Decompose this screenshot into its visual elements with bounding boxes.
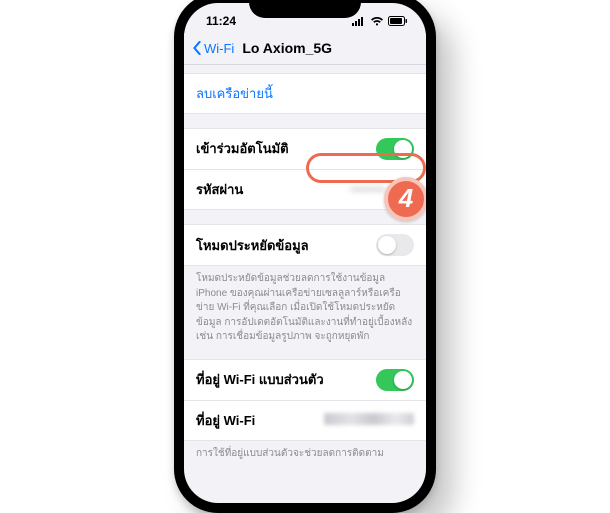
settings-scroll[interactable]: ลบเครือข่ายนี้ เข้าร่วมอัตโนมัติ รหัสผ่า… — [184, 65, 426, 503]
low-data-cell: โหมดประหยัดข้อมูล — [184, 224, 426, 266]
private-address-label: ที่อยู่ Wi-Fi แบบส่วนตัว — [196, 369, 324, 390]
password-visible-suffix: 1555 — [387, 183, 414, 197]
forget-network-label: ลบเครือข่ายนี้ — [196, 83, 273, 104]
screen: 11:24 Wi-Fi Lo Axiom_5G — [184, 3, 426, 503]
private-address-cell: ที่อยู่ Wi-Fi แบบส่วนตัว — [184, 359, 426, 401]
wifi-address-value — [324, 413, 414, 428]
password-cell[interactable]: รหัสผ่าน •••••••• 1555 — [184, 169, 426, 210]
low-data-footer: โหมดประหยัดข้อมูลช่วยลดการใช้งานข้อมูล i… — [184, 266, 426, 345]
back-label: Wi-Fi — [204, 41, 234, 56]
password-value: •••••••• 1555 — [350, 183, 414, 197]
forget-network-cell[interactable]: ลบเครือข่ายนี้ — [184, 73, 426, 114]
status-indicators — [352, 16, 408, 26]
wifi-icon — [370, 16, 384, 26]
low-data-label: โหมดประหยัดข้อมูล — [196, 235, 309, 256]
wifi-address-cell: ที่อยู่ Wi-Fi — [184, 400, 426, 441]
nav-title: Lo Axiom_5G — [242, 40, 332, 56]
wifi-address-label: ที่อยู่ Wi-Fi — [196, 410, 255, 431]
notch — [249, 0, 361, 18]
password-masked: •••••••• — [350, 184, 385, 196]
battery-icon — [388, 16, 408, 26]
status-time: 11:24 — [206, 14, 236, 28]
low-data-toggle[interactable] — [376, 234, 414, 256]
auto-join-label: เข้าร่วมอัตโนมัติ — [196, 138, 289, 159]
private-address-footer: การใช้ที่อยู่แบบส่วนตัวจะช่วยลดการติดตาม — [184, 441, 426, 462]
phone-frame: 11:24 Wi-Fi Lo Axiom_5G — [174, 0, 436, 513]
cellular-signal-icon — [352, 16, 366, 26]
nav-bar: Wi-Fi Lo Axiom_5G — [184, 33, 426, 65]
auto-join-toggle[interactable] — [376, 138, 414, 160]
password-label: รหัสผ่าน — [196, 179, 243, 200]
auto-join-cell: เข้าร่วมอัตโนมัติ — [184, 128, 426, 170]
private-address-toggle[interactable] — [376, 369, 414, 391]
back-button[interactable]: Wi-Fi — [192, 41, 234, 56]
chevron-left-icon — [192, 41, 202, 55]
